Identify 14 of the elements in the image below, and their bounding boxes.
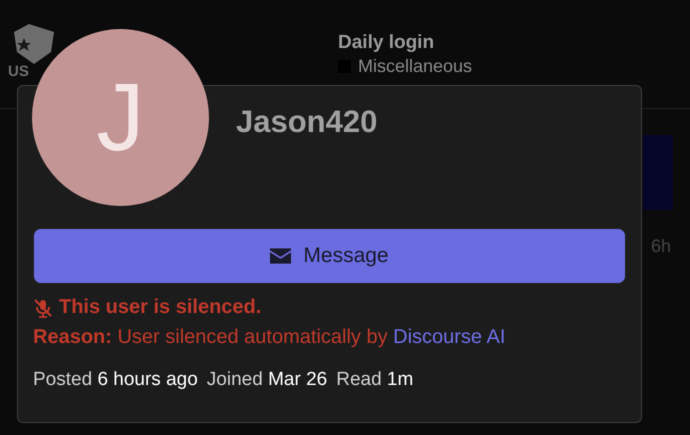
topic-title[interactable]: Daily login [338, 32, 472, 54]
username[interactable]: Jason420 [236, 104, 378, 139]
discourse-ai-link[interactable]: Discourse AI [393, 326, 506, 348]
message-button[interactable]: Message [33, 228, 626, 284]
user-stat: Posted 6 hours ago [33, 369, 198, 391]
muted-microphone-icon [33, 298, 53, 318]
logo-text: US [8, 64, 29, 80]
silenced-notice: This user is silenced. [59, 296, 262, 319]
category-name[interactable]: Miscellaneous [358, 56, 472, 77]
user-stat: Read 1m [336, 369, 414, 391]
post-age: 6h [651, 236, 672, 257]
silence-reason: Reason: User silenced automatically by Discourse AI [33, 326, 506, 349]
user-stat: Joined Mar 26 [206, 369, 328, 391]
envelope-icon [270, 248, 292, 264]
